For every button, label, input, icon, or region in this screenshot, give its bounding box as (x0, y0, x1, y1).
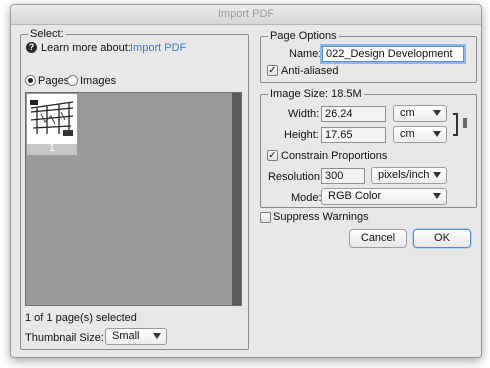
chevron-down-icon (433, 131, 441, 137)
anti-aliased-label: Anti-aliased (281, 65, 339, 77)
name-label: Name: (289, 48, 322, 60)
chevron-down-icon (433, 172, 441, 178)
radio-pages[interactable] (25, 75, 36, 86)
thumbnail-preview-area: 1 (25, 92, 242, 306)
thumbnail-page-number: 1 (49, 143, 55, 154)
page-thumbnail[interactable]: 1 (27, 94, 77, 155)
window-title: Import PDF (11, 5, 481, 25)
select-group-title: Select: (28, 27, 66, 41)
page-options-title: Page Options (268, 29, 339, 43)
help-icon[interactable]: ? (26, 42, 37, 53)
import-pdf-link[interactable]: Import PDF (130, 41, 186, 55)
thumbnail-size-label: Thumbnail Size: (25, 332, 104, 344)
thumbnail-size-select[interactable]: Small (105, 328, 167, 345)
suppress-warnings-label: Suppress Warnings (273, 211, 369, 223)
name-input[interactable]: 022_Design Development (322, 46, 464, 62)
cancel-button[interactable]: Cancel (349, 229, 407, 248)
radio-pages-label: Pages (38, 75, 70, 87)
height-unit-select[interactable]: cm (393, 126, 447, 143)
constrain-link-bracket (453, 113, 458, 136)
ok-button[interactable]: OK (413, 229, 471, 248)
height-input[interactable]: 17.65 (321, 127, 386, 143)
resolution-input[interactable]: 300 (321, 168, 365, 184)
suppress-warnings-checkbox[interactable] (260, 212, 271, 223)
mode-select[interactable]: RGB Color (321, 188, 447, 205)
resolution-label: Resolution: (268, 171, 324, 183)
constrain-proportions-label: Constrain Proportions (281, 150, 388, 162)
learn-more-label: Learn more about: (41, 42, 131, 54)
width-label: Width: (288, 108, 320, 120)
selection-status: 1 of 1 page(s) selected (25, 312, 137, 324)
mode-label: Mode: (291, 192, 322, 204)
height-unit-value: cm (400, 128, 415, 140)
image-size-group: Image Size: 18.5M Width: 26.24 cm Height… (260, 87, 477, 208)
width-unit-value: cm (400, 107, 415, 119)
constrain-proportions-checkbox[interactable]: ✓ (267, 150, 278, 161)
image-size-title: Image Size: 18.5M (268, 87, 364, 101)
resolution-unit-value: pixels/inch (378, 169, 430, 181)
thumbnail-scrollbar[interactable] (232, 93, 241, 305)
resolution-unit-select[interactable]: pixels/inch (371, 167, 447, 184)
page-thumbnail-image (27, 94, 77, 144)
mode-value: RGB Color (328, 190, 382, 202)
radio-images[interactable] (67, 75, 78, 86)
width-unit-select[interactable]: cm (393, 105, 447, 122)
select-group: Select: ? Learn more about: Import PDF P… (20, 27, 249, 350)
radio-images-label: Images (80, 75, 117, 87)
chevron-down-icon (433, 193, 441, 199)
chevron-down-icon (433, 110, 441, 116)
chain-link-icon (463, 118, 467, 128)
chevron-down-icon (153, 333, 161, 339)
import-pdf-dialog: Import PDF Select: ? Learn more about: I… (10, 4, 482, 358)
page-options-group: Page Options Name: 022_Design Developmen… (260, 29, 477, 83)
height-label: Height: (284, 129, 319, 141)
thumbnail-size-value: Small (112, 330, 140, 342)
width-input[interactable]: 26.24 (321, 106, 386, 122)
anti-aliased-checkbox[interactable]: ✓ (267, 65, 278, 76)
